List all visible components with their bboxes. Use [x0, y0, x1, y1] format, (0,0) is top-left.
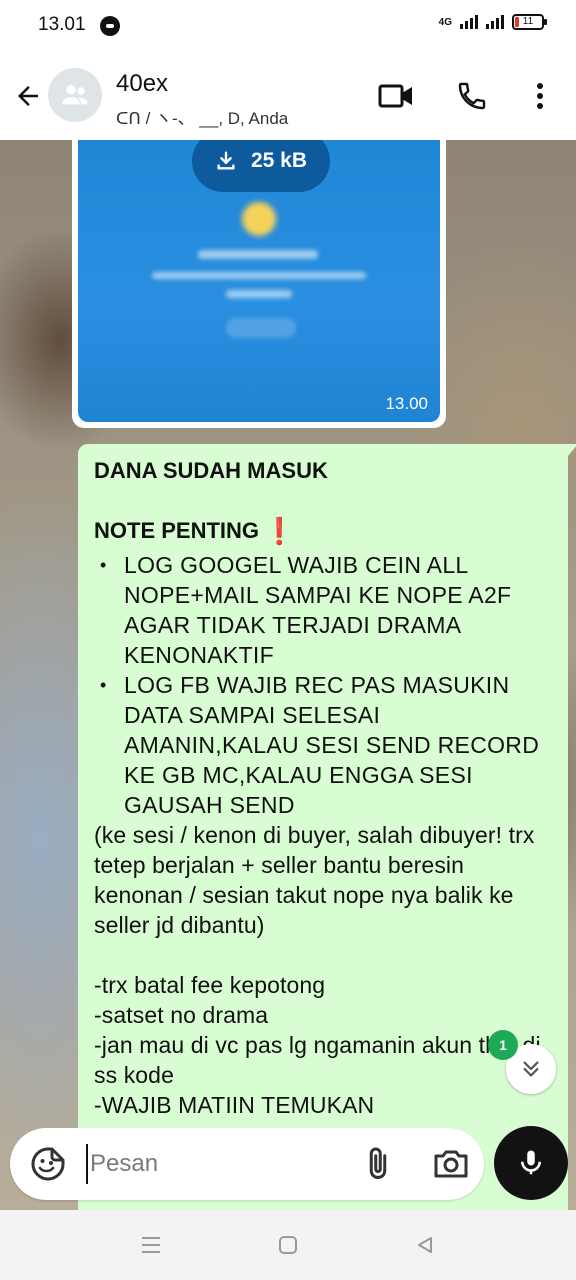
- more-options-icon: [537, 83, 543, 109]
- back-button[interactable]: [8, 76, 48, 116]
- message-composer[interactable]: [10, 1128, 484, 1200]
- microphone-icon: [521, 1150, 541, 1175]
- status-bar: 13.01 4G 11: [0, 0, 576, 52]
- square-icon: [279, 1236, 297, 1254]
- blurred-button: [226, 318, 296, 338]
- message-heading: DANA SUDAH MASUK: [94, 458, 328, 483]
- more-options-button[interactable]: [522, 78, 558, 114]
- recent-apps-button[interactable]: [136, 1230, 166, 1260]
- group-avatar-icon: [62, 85, 88, 105]
- chat-members[interactable]: ᑕᑎ / ヽ-、 __, D, Anda: [116, 104, 288, 129]
- signal-icon: [460, 15, 478, 29]
- image-preview[interactable]: 25 kB 13.00: [78, 140, 440, 422]
- message-line: -jan mau di vc pas lg ngamanin akun tkut…: [94, 1032, 541, 1088]
- chat-background[interactable]: 25 kB 13.00 DANA SUDAH MASUK NOTE PENTIN…: [0, 140, 576, 1210]
- note-title-line: NOTE PENTING ❗: [94, 516, 552, 546]
- chat-title[interactable]: 40ex: [116, 70, 168, 98]
- double-chevron-down-icon: [523, 1061, 539, 1077]
- back-arrow-icon: [18, 86, 38, 106]
- download-size: 25 kB: [250, 149, 308, 172]
- image-message-time: 13.00: [385, 394, 428, 413]
- unread-count-badge[interactable]: 1: [488, 1030, 518, 1060]
- sticker-icon[interactable]: [30, 1146, 66, 1182]
- triangle-back-icon: [418, 1237, 432, 1253]
- message-line: -trx batal fee kepotong: [94, 972, 326, 998]
- system-navigation-bar: [0, 1210, 576, 1280]
- bullet-item: LOG GOOGEL WAJIB CEIN ALL NOPE+MAIL SAMP…: [94, 550, 552, 670]
- message-line: -satset no drama: [94, 1002, 269, 1028]
- blurred-text-line: [226, 290, 292, 298]
- status-indicators: 4G 11: [438, 14, 547, 30]
- battery-icon: 11: [512, 14, 547, 30]
- blurred-text-line: [198, 250, 318, 259]
- text-message[interactable]: DANA SUDAH MASUK NOTE PENTING ❗ LOG GOOG…: [78, 444, 576, 1210]
- message-paragraph: (ke sesi / kenon di buyer, salah dibuyer…: [94, 822, 535, 938]
- message-input[interactable]: [90, 1144, 340, 1184]
- image-message[interactable]: 25 kB 13.00: [72, 140, 446, 428]
- camera-icon[interactable]: [432, 1146, 470, 1182]
- video-call-icon: [378, 84, 412, 108]
- menu-lines-icon: [142, 1237, 160, 1253]
- notification-icon: [100, 16, 120, 36]
- blurred-sun-icon: [242, 202, 276, 236]
- back-nav-button[interactable]: [410, 1230, 440, 1260]
- signal-icon-secondary: [486, 15, 504, 29]
- chat-header: 40ex ᑕᑎ / ヽ-、 __, D, Anda: [0, 52, 576, 140]
- network-type-label: 4G: [438, 16, 452, 28]
- blurred-text-line: [152, 272, 366, 279]
- voice-call-icon: [458, 82, 486, 110]
- download-button[interactable]: 25 kB: [192, 140, 330, 192]
- text-cursor: [86, 1144, 88, 1184]
- download-icon: [217, 151, 235, 170]
- home-button[interactable]: [273, 1230, 303, 1260]
- video-call-button[interactable]: [378, 78, 414, 114]
- voice-call-button[interactable]: [454, 78, 490, 114]
- message-line: -WAJIB MATIIN TEMUKAN: [94, 1092, 375, 1118]
- note-bullets: LOG GOOGEL WAJIB CEIN ALL NOPE+MAIL SAMP…: [94, 550, 552, 820]
- group-avatar[interactable]: [48, 68, 102, 122]
- voice-record-button[interactable]: [494, 1126, 568, 1200]
- status-time: 13.01: [38, 14, 86, 35]
- exclamation-icon: ❗: [263, 516, 296, 546]
- bullet-item: LOG FB WAJIB REC PAS MASUKIN DATA SAMPAI…: [94, 670, 552, 820]
- note-title: NOTE PENTING: [94, 518, 260, 543]
- attach-icon[interactable]: [360, 1146, 396, 1182]
